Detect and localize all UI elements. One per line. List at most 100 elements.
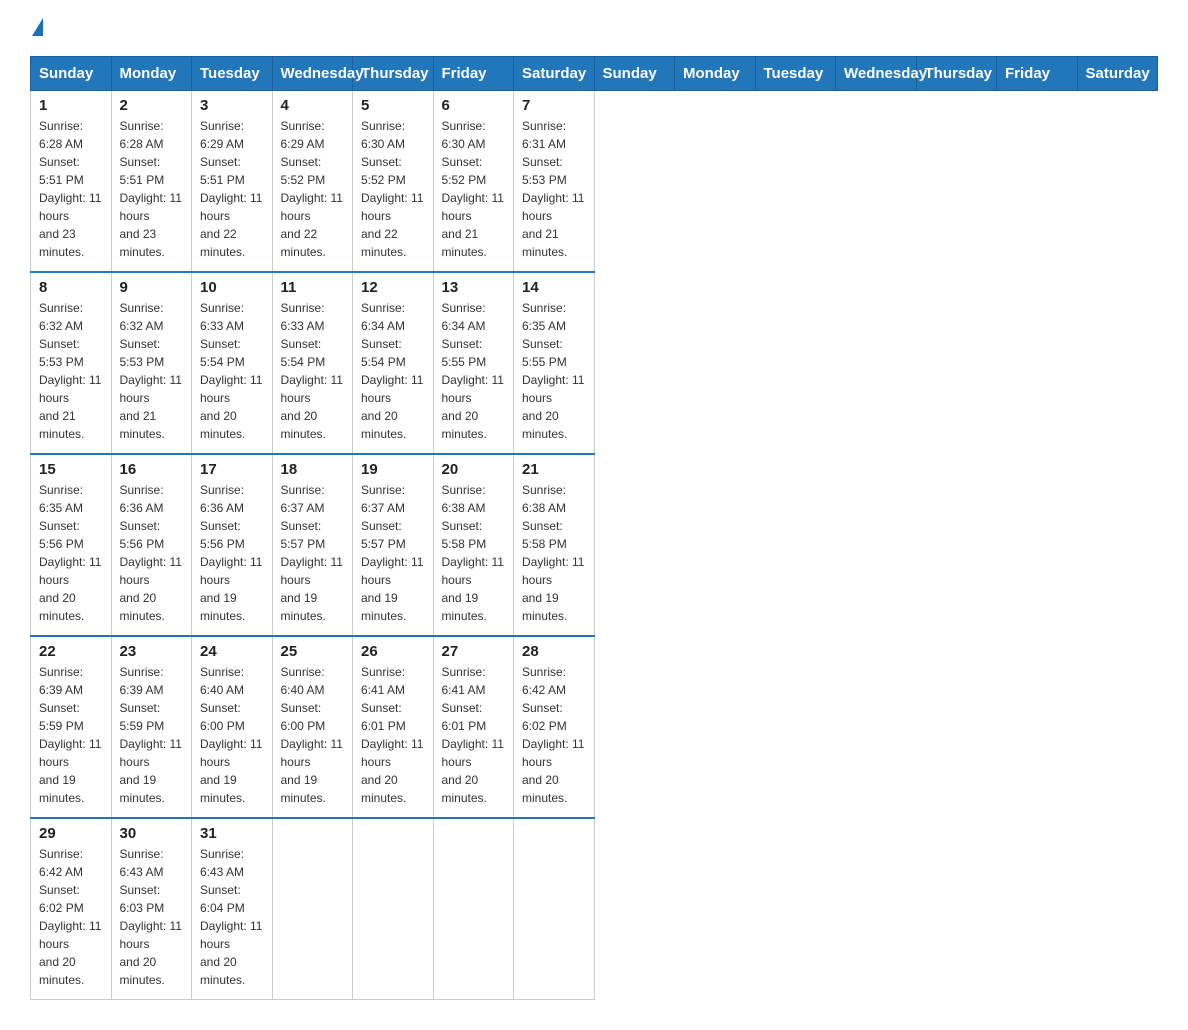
calendar-day-cell: 29 Sunrise: 6:42 AMSunset: 6:02 PMDayligh… <box>31 818 112 1000</box>
calendar-week-row: 15 Sunrise: 6:35 AMSunset: 5:56 PMDayligh… <box>31 454 1158 636</box>
calendar-day-cell: 15 Sunrise: 6:35 AMSunset: 5:56 PMDayligh… <box>31 454 112 636</box>
calendar-week-row: 22 Sunrise: 6:39 AMSunset: 5:59 PMDayligh… <box>31 636 1158 818</box>
calendar-day-cell <box>353 818 434 1000</box>
calendar-day-cell: 13 Sunrise: 6:34 AMSunset: 5:55 PMDayligh… <box>433 272 514 454</box>
calendar-header-row: SundayMondayTuesdayWednesdayThursdayFrid… <box>31 57 1158 91</box>
day-number: 21 <box>522 461 586 478</box>
day-of-week-header: Wednesday <box>272 57 353 91</box>
calendar-week-row: 29 Sunrise: 6:42 AMSunset: 6:02 PMDayligh… <box>31 818 1158 1000</box>
day-of-week-header: Tuesday <box>192 57 273 91</box>
day-info: Sunrise: 6:43 AMSunset: 6:04 PMDaylight:… <box>200 845 264 989</box>
day-of-week-header: Sunday <box>31 57 112 91</box>
calendar-day-cell: 8 Sunrise: 6:32 AMSunset: 5:53 PMDaylight… <box>31 272 112 454</box>
day-of-week-header: Thursday <box>916 57 997 91</box>
day-number: 22 <box>39 643 103 660</box>
calendar-day-cell: 18Sunrise: 6:37 AMSunset: 5:57 PMDayligh… <box>272 454 353 636</box>
day-number: 15 <box>39 461 103 478</box>
day-of-week-header: Monday <box>675 57 756 91</box>
day-info: Sunrise: 6:29 AMSunset: 5:51 PMDaylight:… <box>200 117 264 261</box>
day-info: Sunrise: 6:40 AMSunset: 6:00 PMDaylight:… <box>200 663 264 807</box>
day-of-week-header: Friday <box>433 57 514 91</box>
page-header <box>30 20 1158 38</box>
calendar-day-cell: 14 Sunrise: 6:35 AMSunset: 5:55 PMDayligh… <box>514 272 595 454</box>
calendar-day-cell: 2 Sunrise: 6:28 AMSunset: 5:51 PMDaylight… <box>111 91 192 273</box>
day-info: Sunrise: 6:28 AMSunset: 5:51 PMDaylight:… <box>120 117 184 261</box>
day-of-week-header: Tuesday <box>755 57 836 91</box>
calendar-day-cell <box>433 818 514 1000</box>
calendar-day-cell <box>272 818 353 1000</box>
calendar-day-cell: 6 Sunrise: 6:30 AMSunset: 5:52 PMDaylight… <box>433 91 514 273</box>
day-number: 19 <box>361 461 425 478</box>
calendar-day-cell: 22Sunrise: 6:39 AMSunset: 5:59 PMDayligh… <box>31 636 112 818</box>
day-info: Sunrise: 6:37 AMSunset: 5:57 PMDaylight:… <box>281 481 345 625</box>
day-info: Sunrise: 6:39 AMSunset: 5:59 PMDaylight:… <box>120 663 184 807</box>
logo-area <box>30 20 43 38</box>
day-number: 28 <box>522 643 586 660</box>
calendar-day-cell: 24 Sunrise: 6:40 AMSunset: 6:00 PMDayligh… <box>192 636 273 818</box>
day-number: 10 <box>200 279 264 296</box>
day-of-week-header: Saturday <box>1077 57 1158 91</box>
day-of-week-header: Monday <box>111 57 192 91</box>
day-of-week-header: Friday <box>997 57 1078 91</box>
day-info: Sunrise: 6:41 AMSunset: 6:01 PMDaylight:… <box>361 663 425 807</box>
day-info: Sunrise: 6:41 AMSunset: 6:01 PMDaylight:… <box>442 663 506 807</box>
day-number: 2 <box>120 97 184 114</box>
calendar-day-cell: 31 Sunrise: 6:43 AMSunset: 6:04 PMDayligh… <box>192 818 273 1000</box>
day-info: Sunrise: 6:38 AMSunset: 5:58 PMDaylight:… <box>522 481 586 625</box>
day-number: 30 <box>120 825 184 842</box>
day-info: Sunrise: 6:30 AMSunset: 5:52 PMDaylight:… <box>442 117 506 261</box>
logo-triangle-icon <box>32 18 43 36</box>
day-number: 24 <box>200 643 264 660</box>
day-number: 5 <box>361 97 425 114</box>
day-number: 17 <box>200 461 264 478</box>
calendar-day-cell: 20Sunrise: 6:38 AMSunset: 5:58 PMDayligh… <box>433 454 514 636</box>
day-info: Sunrise: 6:32 AMSunset: 5:53 PMDaylight:… <box>39 299 103 443</box>
calendar-day-cell: 27 Sunrise: 6:41 AMSunset: 6:01 PMDayligh… <box>433 636 514 818</box>
day-number: 8 <box>39 279 103 296</box>
day-info: Sunrise: 6:42 AMSunset: 6:02 PMDaylight:… <box>39 845 103 989</box>
calendar-day-cell: 26 Sunrise: 6:41 AMSunset: 6:01 PMDayligh… <box>353 636 434 818</box>
calendar-table: SundayMondayTuesdayWednesdayThursdayFrid… <box>30 56 1158 1000</box>
calendar-day-cell: 12Sunrise: 6:34 AMSunset: 5:54 PMDayligh… <box>353 272 434 454</box>
day-number: 20 <box>442 461 506 478</box>
day-info: Sunrise: 6:40 AMSunset: 6:00 PMDaylight:… <box>281 663 345 807</box>
day-info: Sunrise: 6:33 AMSunset: 5:54 PMDaylight:… <box>281 299 345 443</box>
day-info: Sunrise: 6:30 AMSunset: 5:52 PMDaylight:… <box>361 117 425 261</box>
calendar-day-cell: 25 Sunrise: 6:40 AMSunset: 6:00 PMDayligh… <box>272 636 353 818</box>
day-number: 31 <box>200 825 264 842</box>
day-number: 25 <box>281 643 345 660</box>
day-info: Sunrise: 6:36 AMSunset: 5:56 PMDaylight:… <box>120 481 184 625</box>
calendar-day-cell: 7Sunrise: 6:31 AMSunset: 5:53 PMDaylight… <box>514 91 595 273</box>
day-number: 1 <box>39 97 103 114</box>
calendar-day-cell: 19Sunrise: 6:37 AMSunset: 5:57 PMDayligh… <box>353 454 434 636</box>
day-info: Sunrise: 6:28 AMSunset: 5:51 PMDaylight:… <box>39 117 103 261</box>
logo-wrapper <box>30 20 43 38</box>
day-number: 6 <box>442 97 506 114</box>
day-number: 29 <box>39 825 103 842</box>
day-number: 4 <box>281 97 345 114</box>
day-number: 3 <box>200 97 264 114</box>
day-info: Sunrise: 6:42 AMSunset: 6:02 PMDaylight:… <box>522 663 586 807</box>
day-number: 16 <box>120 461 184 478</box>
day-of-week-header: Saturday <box>514 57 595 91</box>
day-of-week-header: Thursday <box>353 57 434 91</box>
day-info: Sunrise: 6:35 AMSunset: 5:56 PMDaylight:… <box>39 481 103 625</box>
day-info: Sunrise: 6:35 AMSunset: 5:55 PMDaylight:… <box>522 299 586 443</box>
day-info: Sunrise: 6:34 AMSunset: 5:55 PMDaylight:… <box>442 299 506 443</box>
day-info: Sunrise: 6:29 AMSunset: 5:52 PMDaylight:… <box>281 117 345 261</box>
calendar-day-cell: 11 Sunrise: 6:33 AMSunset: 5:54 PMDayligh… <box>272 272 353 454</box>
calendar-day-cell: 3 Sunrise: 6:29 AMSunset: 5:51 PMDaylight… <box>192 91 273 273</box>
day-number: 27 <box>442 643 506 660</box>
calendar-day-cell: 9Sunrise: 6:32 AMSunset: 5:53 PMDaylight… <box>111 272 192 454</box>
day-info: Sunrise: 6:36 AMSunset: 5:56 PMDaylight:… <box>200 481 264 625</box>
day-number: 14 <box>522 279 586 296</box>
day-info: Sunrise: 6:43 AMSunset: 6:03 PMDaylight:… <box>120 845 184 989</box>
calendar-day-cell: 17 Sunrise: 6:36 AMSunset: 5:56 PMDayligh… <box>192 454 273 636</box>
day-number: 11 <box>281 279 345 296</box>
calendar-day-cell: 23Sunrise: 6:39 AMSunset: 5:59 PMDayligh… <box>111 636 192 818</box>
calendar-day-cell: 1 Sunrise: 6:28 AMSunset: 5:51 PMDaylight… <box>31 91 112 273</box>
day-number: 26 <box>361 643 425 660</box>
day-info: Sunrise: 6:32 AMSunset: 5:53 PMDaylight:… <box>120 299 184 443</box>
calendar-day-cell: 16 Sunrise: 6:36 AMSunset: 5:56 PMDayligh… <box>111 454 192 636</box>
day-number: 13 <box>442 279 506 296</box>
